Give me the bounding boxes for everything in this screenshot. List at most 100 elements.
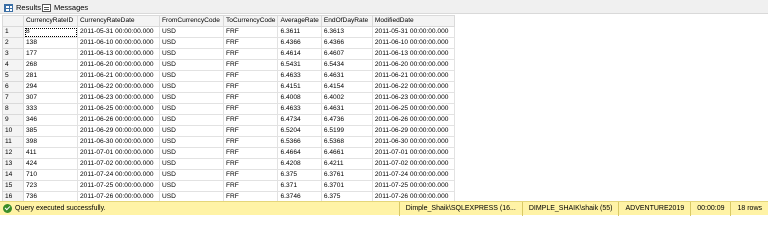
table-cell[interactable]: 2011-07-02 00:00:00.000 [77,158,160,170]
table-cell[interactable]: 2011-06-30 00:00:00.000 [371,136,455,148]
row-number[interactable]: 4 [2,59,24,71]
table-cell[interactable]: 268 [23,59,78,71]
table-cell[interactable]: 6.3613 [320,26,373,38]
table-cell[interactable]: 2011-05-31 00:00:00.000 [77,26,160,38]
table-cell[interactable]: 2011-06-29 00:00:00.000 [77,125,160,137]
table-cell[interactable]: 6.3761 [320,169,373,181]
table-cell[interactable]: FRF [222,70,279,82]
table-cell[interactable]: 2011-06-30 00:00:00.000 [77,136,160,148]
table-cell[interactable]: 6.4607 [320,48,373,60]
column-header-currencyratedate[interactable]: CurrencyRateDate [77,15,160,27]
table-cell[interactable]: 6.4631 [320,70,373,82]
table-cell[interactable]: 6.4734 [277,114,322,126]
table-cell[interactable]: 6.371 [277,180,322,192]
table-cell[interactable]: 2011-06-21 00:00:00.000 [371,70,455,82]
row-number[interactable]: 9 [2,114,24,126]
table-cell[interactable]: USD [159,59,224,71]
table-cell[interactable]: USD [159,191,224,201]
table-row[interactable]: 6 294 2011-06-22 00:00:00.000 USD FRF 6.4151 6… [2,81,455,93]
table-cell[interactable]: 411 [23,147,78,159]
table-cell[interactable]: 138 [23,37,78,49]
table-row[interactable]: 12 411 2011-07-01 00:00:00.000 USD FRF 6.4664… [2,147,455,159]
column-header-fromcurrencycode[interactable]: FromCurrencyCode [159,15,224,27]
table-row[interactable]: 15 723 2011-07-25 00:00:00.000 USD FRF 6.371 6… [2,180,455,192]
column-header-currencyrateid[interactable]: CurrencyRateID [23,15,78,27]
table-cell[interactable]: 6.4151 [277,81,322,93]
row-number[interactable]: 12 [2,147,24,159]
row-number[interactable]: 11 [2,136,24,148]
table-cell[interactable]: 6.3746 [277,191,322,201]
table-cell[interactable]: 6.5199 [320,125,373,137]
table-cell[interactable]: USD [159,147,224,159]
column-header-modifieddate[interactable]: ModifiedDate [371,15,455,27]
table-cell[interactable]: 2011-07-02 00:00:00.000 [371,158,455,170]
table-cell[interactable]: 736 [23,191,78,201]
table-cell[interactable]: 2011-06-25 00:00:00.000 [371,103,455,115]
table-cell[interactable]: 723 [23,180,78,192]
row-number[interactable]: 15 [2,180,24,192]
row-number[interactable]: 14 [2,169,24,181]
row-number[interactable]: 1 [2,26,24,38]
row-number[interactable]: 6 [2,81,24,93]
table-cell[interactable]: 2011-06-13 00:00:00.000 [77,48,160,60]
row-number[interactable]: 7 [2,92,24,104]
tab-results[interactable]: Results [4,2,41,13]
table-cell[interactable]: FRF [222,136,279,148]
row-number[interactable]: 8 [2,103,24,115]
table-cell[interactable]: FRF [222,125,279,137]
table-cell[interactable]: 2011-07-01 00:00:00.000 [77,147,160,159]
table-cell[interactable]: USD [159,114,224,126]
table-row[interactable]: 13 424 2011-07-02 00:00:00.000 USD FRF 6.4208… [2,158,455,170]
table-cell[interactable]: FRF [222,37,279,49]
table-cell[interactable]: 2011-06-10 00:00:00.000 [77,37,160,49]
select-all-corner[interactable] [2,15,24,27]
table-cell[interactable]: USD [159,136,224,148]
table-cell[interactable]: 2011-07-24 00:00:00.000 [371,169,455,181]
table-row[interactable]: 3 177 2011-06-13 00:00:00.000 USD FRF 6.4614 6… [2,48,455,60]
table-row[interactable]: 2 138 2011-06-10 00:00:00.000 USD FRF 6.4366 6… [2,37,455,49]
table-row[interactable]: 14 710 2011-07-24 00:00:00.000 USD FRF 6.375 6… [2,169,455,181]
table-cell[interactable]: 2011-07-01 00:00:00.000 [371,147,455,159]
table-row[interactable]: 9 346 2011-06-26 00:00:00.000 USD FRF 6.4734 6… [2,114,455,126]
table-cell[interactable]: 2011-07-25 00:00:00.000 [371,180,455,192]
table-cell[interactable]: FRF [222,48,279,60]
table-cell[interactable]: USD [159,92,224,104]
row-number[interactable]: 3 [2,48,24,60]
table-cell[interactable]: FRF [222,180,279,192]
table-row[interactable]: 7 307 2011-06-23 00:00:00.000 USD FRF 6.4008 6… [2,92,455,104]
table-cell[interactable]: USD [159,48,224,60]
table-cell[interactable]: FRF [222,158,279,170]
table-cell[interactable]: 6.4154 [320,81,373,93]
table-cell[interactable]: 2011-06-13 00:00:00.000 [371,48,455,60]
table-cell[interactable]: 6.5204 [277,125,322,137]
table-cell[interactable]: FRF [222,114,279,126]
table-row[interactable]: 5 281 2011-06-21 00:00:00.000 USD FRF 6.4633 6… [2,70,455,82]
table-cell[interactable]: 398 [23,136,78,148]
table-row[interactable]: 1 8 2011-05-31 00:00:00.000 USD FRF 6.3611 6.3… [2,26,455,38]
table-cell[interactable]: FRF [222,26,279,38]
table-cell[interactable]: USD [159,37,224,49]
table-cell[interactable]: 6.4664 [277,147,322,159]
table-cell[interactable]: 2011-06-22 00:00:00.000 [371,81,455,93]
table-row[interactable]: 11 398 2011-06-30 00:00:00.000 USD FRF 6.5366… [2,136,455,148]
table-cell[interactable]: FRF [222,169,279,181]
table-cell[interactable]: 2011-06-20 00:00:00.000 [77,59,160,71]
table-cell[interactable]: USD [159,81,224,93]
table-cell[interactable]: 6.4208 [277,158,322,170]
table-cell[interactable]: FRF [222,103,279,115]
table-cell[interactable]: 6.4366 [277,37,322,49]
table-cell[interactable]: 2011-06-23 00:00:00.000 [77,92,160,104]
table-cell[interactable]: 2011-06-20 00:00:00.000 [371,59,455,71]
table-cell[interactable]: 6.3701 [320,180,373,192]
table-cell[interactable]: 2011-06-10 00:00:00.000 [371,37,455,49]
table-cell[interactable]: 6.4633 [277,70,322,82]
row-number[interactable]: 10 [2,125,24,137]
tab-messages[interactable]: Messages [42,2,88,13]
results-grid[interactable]: CurrencyRateID CurrencyRateDate FromCurr… [0,15,768,201]
row-number[interactable]: 2 [2,37,24,49]
table-cell[interactable]: USD [159,125,224,137]
table-cell[interactable]: 6.375 [320,191,373,201]
table-cell[interactable]: 281 [23,70,78,82]
table-cell[interactable]: 2011-06-23 00:00:00.000 [371,92,455,104]
table-cell[interactable]: USD [159,180,224,192]
